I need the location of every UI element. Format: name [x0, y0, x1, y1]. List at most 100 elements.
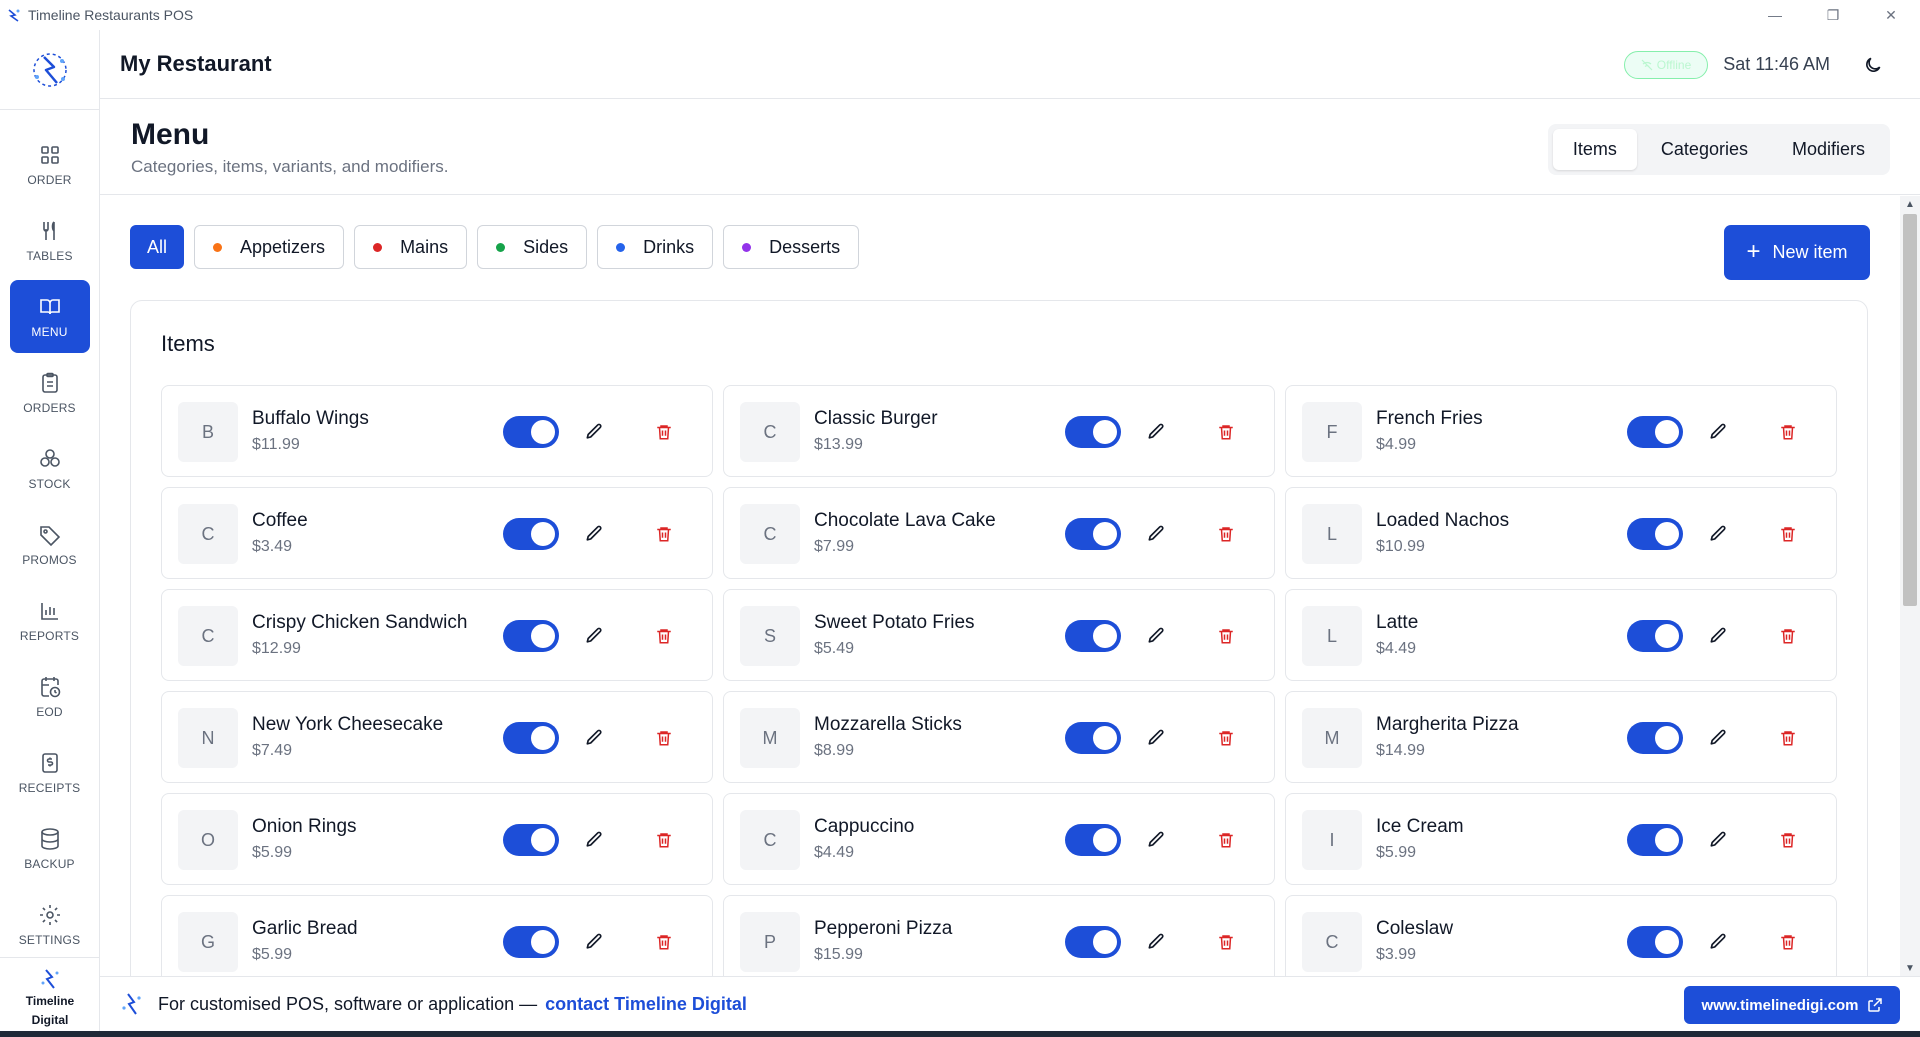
filter-chip-appetizers[interactable]: Appetizers: [194, 225, 345, 269]
edit-button[interactable]: [1704, 520, 1732, 548]
delete-button[interactable]: [1212, 826, 1240, 854]
availability-toggle[interactable]: [503, 518, 559, 550]
nav-orders[interactable]: ORDERS: [10, 356, 90, 429]
availability-toggle[interactable]: [1065, 518, 1121, 550]
delete-button[interactable]: [650, 520, 678, 548]
item-price: $8.99: [814, 742, 855, 759]
edit-button[interactable]: [580, 520, 608, 548]
filter-chip-sides[interactable]: Sides: [477, 225, 588, 269]
item-price: $12.99: [252, 640, 301, 657]
edit-button[interactable]: [580, 928, 608, 956]
delete-button[interactable]: [650, 622, 678, 650]
edit-button[interactable]: [1142, 724, 1170, 752]
availability-toggle[interactable]: [503, 926, 559, 958]
minimize-button[interactable]: —: [1746, 0, 1804, 30]
app-logo[interactable]: [0, 30, 99, 110]
delete-button[interactable]: [1774, 622, 1802, 650]
trash-icon: [1781, 833, 1795, 848]
delete-button[interactable]: [650, 418, 678, 446]
edit-button[interactable]: [580, 418, 608, 446]
nav-tables[interactable]: TABLES: [10, 204, 90, 277]
delete-button[interactable]: [1212, 724, 1240, 752]
availability-toggle[interactable]: [1065, 722, 1121, 754]
new-item-label: New item: [1772, 242, 1848, 262]
scrollbar-thumb[interactable]: [1903, 214, 1917, 606]
menu-item-card: C Coleslaw $3.99: [1285, 895, 1837, 976]
edit-button[interactable]: [1142, 928, 1170, 956]
edit-button[interactable]: [1142, 520, 1170, 548]
nav-backup[interactable]: BACKUP: [10, 812, 90, 885]
availability-toggle[interactable]: [1065, 926, 1121, 958]
delete-button[interactable]: [1212, 418, 1240, 446]
edit-button[interactable]: [580, 826, 608, 854]
nav-settings[interactable]: SETTINGS: [10, 888, 90, 961]
scroll-up-arrow[interactable]: ▲: [1900, 196, 1920, 212]
filter-label: Drinks: [643, 236, 695, 257]
tab-items[interactable]: Items: [1552, 129, 1637, 170]
edit-button[interactable]: [580, 622, 608, 650]
theme-toggle-button[interactable]: [1860, 52, 1886, 78]
filter-chip-desserts[interactable]: Desserts: [723, 225, 860, 269]
availability-toggle[interactable]: [1627, 824, 1683, 856]
availability-toggle[interactable]: [503, 416, 559, 448]
trash-icon: [1781, 935, 1795, 950]
edit-button[interactable]: [1704, 928, 1732, 956]
nav-eod[interactable]: EOD: [10, 660, 90, 733]
nav-menu[interactable]: MENU: [9, 280, 90, 353]
nav-reports[interactable]: REPORTS: [10, 584, 90, 657]
availability-toggle[interactable]: [1627, 416, 1683, 448]
close-button[interactable]: ✕: [1862, 0, 1920, 30]
filter-chip-drinks[interactable]: Drinks: [597, 225, 714, 269]
delete-button[interactable]: [1774, 520, 1802, 548]
availability-toggle[interactable]: [1065, 620, 1121, 652]
filter-chip-mains[interactable]: Mains: [354, 225, 468, 269]
delete-button[interactable]: [1212, 928, 1240, 956]
delete-button[interactable]: [1774, 928, 1802, 956]
availability-toggle[interactable]: [1627, 518, 1683, 550]
edit-button[interactable]: [580, 724, 608, 752]
delete-button[interactable]: [1774, 418, 1802, 446]
delete-button[interactable]: [1212, 520, 1240, 548]
edit-button[interactable]: [1142, 418, 1170, 446]
nav-promos[interactable]: PROMOS: [10, 508, 90, 581]
nav-order[interactable]: ORDER: [10, 128, 90, 201]
availability-toggle[interactable]: [503, 620, 559, 652]
content-scrollbar[interactable]: ▲ ▼: [1900, 196, 1920, 976]
availability-toggle[interactable]: [1627, 722, 1683, 754]
edit-button[interactable]: [1142, 622, 1170, 650]
nav-stock[interactable]: STOCK: [10, 432, 90, 505]
delete-button[interactable]: [650, 826, 678, 854]
availability-toggle[interactable]: [503, 722, 559, 754]
availability-toggle[interactable]: [1065, 416, 1121, 448]
edit-button[interactable]: [1704, 418, 1732, 446]
availability-toggle[interactable]: [1065, 824, 1121, 856]
delete-button[interactable]: [1774, 826, 1802, 854]
new-item-button[interactable]: + New item: [1724, 225, 1870, 280]
availability-toggle[interactable]: [1627, 926, 1683, 958]
tab-modifiers[interactable]: Modifiers: [1772, 129, 1885, 170]
website-label: www.timelinedigi.com: [1701, 996, 1859, 1014]
toggle-knob: [531, 522, 555, 546]
edit-button[interactable]: [1704, 826, 1732, 854]
tab-categories[interactable]: Categories: [1641, 129, 1768, 170]
trash-icon: [1781, 527, 1795, 542]
availability-toggle[interactable]: [503, 824, 559, 856]
edit-button[interactable]: [1142, 826, 1170, 854]
delete-button[interactable]: [1212, 622, 1240, 650]
edit-button[interactable]: [1704, 622, 1732, 650]
edit-button[interactable]: [1704, 724, 1732, 752]
filter-chip-all[interactable]: All: [130, 225, 185, 269]
item-price: $3.49: [252, 538, 293, 555]
delete-button[interactable]: [1774, 724, 1802, 752]
nav-label: PROMOS: [22, 552, 77, 567]
restore-button[interactable]: ❐: [1804, 0, 1862, 30]
contact-link[interactable]: contact Timeline Digital: [545, 994, 747, 1015]
website-button[interactable]: www.timelinedigi.com: [1684, 986, 1900, 1024]
availability-toggle[interactable]: [1627, 620, 1683, 652]
delete-button[interactable]: [650, 724, 678, 752]
nav-receipts[interactable]: RECEIPTS: [10, 736, 90, 809]
delete-button[interactable]: [650, 928, 678, 956]
brand-footer[interactable]: Timeline Digital: [0, 957, 100, 1037]
scroll-down-arrow[interactable]: ▼: [1900, 960, 1920, 976]
menu-item-card: C Crispy Chicken Sandwich $12.99: [161, 589, 713, 681]
